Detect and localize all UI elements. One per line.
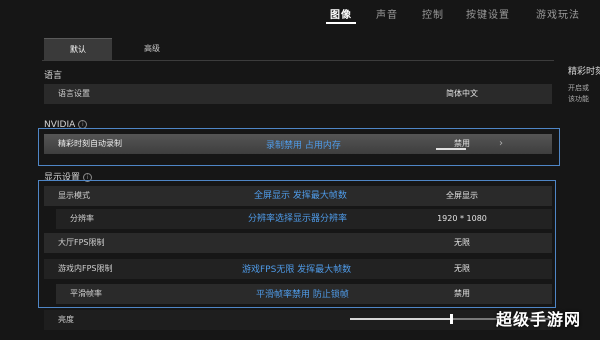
resolution-label: 分辨率 xyxy=(70,214,94,223)
annotation-nvidia: 录制禁用 占用内存 xyxy=(266,141,341,151)
annotation-smooth-framerate: 平滑帧率禁用 防止锁帧 xyxy=(256,290,349,300)
option-indicator xyxy=(436,148,466,150)
subtab-default[interactable]: 默认 xyxy=(44,38,112,60)
chevron-right-icon[interactable]: › xyxy=(499,134,503,154)
description-panel: 精彩时刻 开启或 该功能 xyxy=(568,64,600,124)
brightness-slider-fill xyxy=(350,318,450,320)
smooth-framerate-label: 平滑帧率 xyxy=(70,289,102,298)
active-tab-indicator xyxy=(326,22,356,24)
highlights-autorecord-value: 禁用 xyxy=(454,139,470,148)
language-label: 语言设置 xyxy=(58,89,90,98)
lobby-fps-value: 无限 xyxy=(454,238,470,247)
brightness-slider-handle[interactable] xyxy=(450,314,453,324)
brightness-label: 亮度 xyxy=(58,315,74,324)
subtab-advanced[interactable]: 高级 xyxy=(118,38,186,60)
description-title: 精彩时刻 xyxy=(568,67,600,77)
section-title-language: 语言 xyxy=(44,71,63,81)
resolution-value: 1920 * 1080 xyxy=(437,214,487,223)
language-row[interactable]: 语言设置 简体中文 xyxy=(44,84,552,104)
smooth-framerate-value: 禁用 xyxy=(454,289,470,298)
ingame-fps-label: 游戏内FPS限制 xyxy=(58,264,113,273)
ingame-fps-value: 无限 xyxy=(454,264,470,273)
tab-sound[interactable]: 声音 xyxy=(376,6,398,21)
annotation-display-mode: 全屏显示 发挥最大帧数 xyxy=(254,191,347,201)
description-line-1: 开启或 xyxy=(568,84,589,92)
display-mode-value: 全屏显示 xyxy=(446,191,478,200)
lobby-fps-row[interactable]: 大厅FPS限制 无限 xyxy=(44,233,552,253)
display-mode-label: 显示模式 xyxy=(58,191,90,200)
tab-controls[interactable]: 控制 xyxy=(422,6,444,21)
language-value: 简体中文 xyxy=(446,89,478,98)
top-nav: 图像 声音 控制 按键设置 游戏玩法 xyxy=(0,0,600,26)
tab-gameplay[interactable]: 游戏玩法 xyxy=(536,6,580,21)
watermark-logo: 超级手游网 xyxy=(496,310,582,329)
description-line-2: 该功能 xyxy=(568,95,589,103)
annotation-resolution: 分辨率选择显示器分辨率 xyxy=(248,214,348,224)
tab-graphics[interactable]: 图像 xyxy=(330,6,352,21)
highlights-autorecord-label: 精彩时刻自动录制 xyxy=(58,139,122,148)
brightness-row[interactable]: 亮度 xyxy=(44,310,552,330)
tab-keybindings[interactable]: 按键设置 xyxy=(466,6,510,21)
description-text: 开启或 该功能 xyxy=(568,83,600,105)
lobby-fps-label: 大厅FPS限制 xyxy=(58,238,105,247)
annotation-ingame-fps: 游戏FPS无限 发挥最大帧数 xyxy=(242,265,352,275)
